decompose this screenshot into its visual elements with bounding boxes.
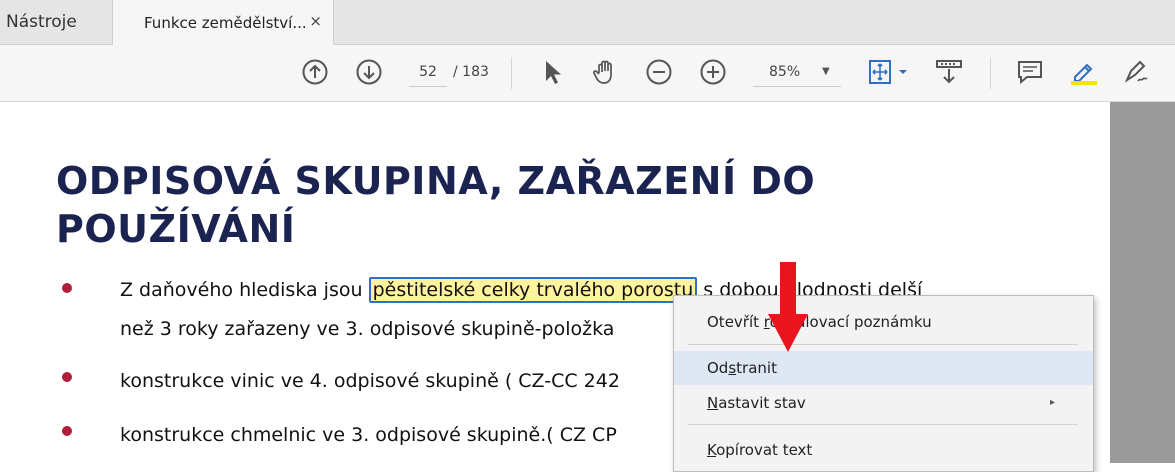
menu-item-copy-text[interactable]: Kopírovat text (674, 433, 1093, 467)
bullet-dot (62, 372, 72, 382)
menu-divider (688, 424, 1078, 425)
highlight-annotation[interactable]: pěstitelské celky trvalého porostu (368, 277, 698, 303)
prev-page-icon[interactable] (301, 58, 329, 86)
bullet-3-text: konstrukce chmelnic ve 3. odpisové skupi… (120, 424, 617, 446)
tab-document[interactable]: Funkce zemědělství... × (112, 0, 334, 45)
select-cursor-icon[interactable] (538, 58, 566, 86)
slide-heading: ODPISOVÁ SKUPINA, ZAŘAZENÍ DO POUŽÍVÁNÍ (56, 157, 956, 253)
bullet-1-prefix: Z daňového hlediska jsou (120, 279, 369, 301)
heading-line-2: POUŽÍVÁNÍ (56, 207, 296, 251)
zoom-value: 85% (769, 64, 801, 80)
tab-bar: Nástroje Funkce zemědělství... × (0, 0, 1175, 45)
tab-document-title: Funkce zemědělství... (144, 14, 307, 32)
bullet-2-text: konstrukce vinic ve 4. odpisové skupině … (120, 370, 620, 392)
menu-item-set-status[interactable]: Nastavit stav ▸ (674, 386, 1093, 420)
zoom-in-icon[interactable] (699, 58, 727, 86)
zoom-out-icon[interactable] (645, 58, 673, 86)
sign-icon[interactable] (1123, 58, 1151, 86)
toolbar-divider (511, 57, 512, 89)
red-arrow-icon (768, 262, 808, 352)
fit-page-icon[interactable] (867, 58, 911, 86)
menu-divider (688, 344, 1078, 345)
bullet-dot (62, 426, 72, 436)
menu-item-label: Otevřít rozbalovací poznámku (707, 313, 932, 331)
toolbar: 52 / 183 85% ▼ (0, 45, 1175, 102)
submenu-arrow-icon: ▸ (1049, 397, 1055, 408)
scrollbar[interactable] (1110, 102, 1175, 463)
menu-item-label: Nastavit stav (707, 394, 806, 412)
toolbar-divider (990, 57, 991, 89)
close-icon[interactable]: × (309, 12, 322, 30)
context-menu: Otevřít rozbalovací poznámku Odstranit N… (673, 295, 1094, 472)
hand-tool-icon[interactable] (591, 58, 619, 86)
bullet-1-line-2: než 3 roky zařazeny ve 3. odpisové skupi… (120, 318, 615, 340)
chevron-down-icon: ▼ (822, 66, 830, 77)
bullet-dot (62, 283, 72, 293)
menu-item-label: Kopírovat text (707, 441, 813, 459)
page-total: / 183 (453, 64, 489, 80)
page-number-input[interactable]: 52 (409, 58, 447, 87)
next-page-icon[interactable] (355, 58, 383, 86)
read-mode-icon[interactable] (935, 58, 963, 86)
heading-line-1: ODPISOVÁ SKUPINA, ZAŘAZENÍ DO (56, 159, 816, 203)
comment-icon[interactable] (1016, 58, 1044, 86)
menu-item-delete[interactable]: Odstranit (674, 351, 1093, 385)
highlight-icon[interactable] (1069, 58, 1097, 86)
zoom-select[interactable]: 85% ▼ (753, 58, 841, 87)
menu-item-label: Odstranit (707, 359, 777, 377)
menu-item-open-popup-note[interactable]: Otevřít rozbalovací poznámku (674, 305, 1093, 339)
tab-tools[interactable]: Nástroje (0, 0, 110, 44)
